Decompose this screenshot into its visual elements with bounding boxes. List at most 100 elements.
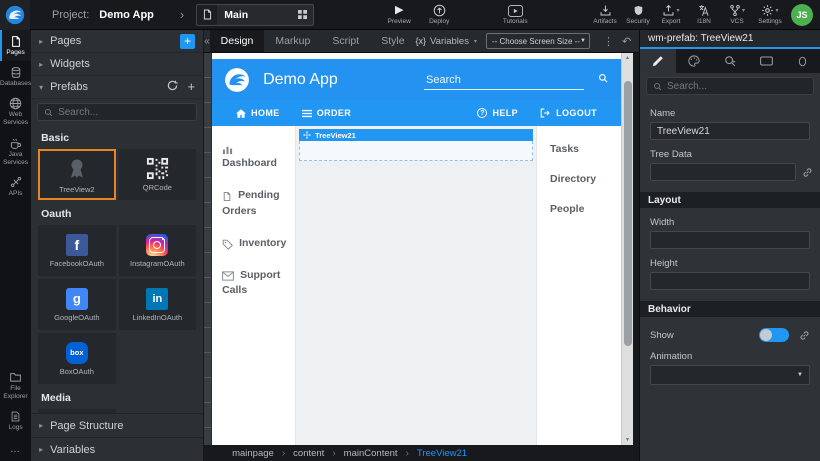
play-icon [395, 4, 403, 17]
preview-search-field[interactable] [424, 70, 584, 90]
tab-style[interactable]: Style [370, 30, 415, 52]
side-nav-inventory[interactable]: Inventory [222, 236, 289, 251]
right-nav-people[interactable]: People [550, 203, 621, 215]
rail-item-apis[interactable]: APIs [0, 171, 31, 202]
height-field[interactable] [650, 272, 810, 290]
rail-item-logs[interactable]: Logs [0, 405, 31, 436]
bind-link-icon[interactable] [799, 330, 810, 341]
preview-app-header[interactable]: Demo App [212, 59, 621, 100]
variables-icon: {x} [416, 36, 427, 46]
prefab-search[interactable] [37, 103, 197, 121]
breadcrumb-content[interactable]: content [293, 448, 324, 459]
preview-search-input[interactable] [424, 72, 584, 89]
rail-spacer [0, 202, 31, 366]
tab-device[interactable] [748, 49, 784, 73]
preview-button[interactable]: Preview [384, 0, 414, 30]
project-label: Project: [52, 9, 89, 21]
nav-order[interactable]: ORDER [302, 108, 352, 118]
pages-section-header[interactable]: Pages [31, 30, 203, 53]
search-icon[interactable] [598, 70, 608, 88]
tab-design[interactable]: Design [210, 30, 265, 52]
rail-item-pages[interactable]: Pages [0, 30, 31, 61]
tab-outline[interactable] [784, 49, 820, 73]
right-nav-tasks[interactable]: Tasks [550, 143, 621, 155]
width-field[interactable] [650, 231, 810, 249]
tab-script[interactable]: Script [321, 30, 370, 52]
prefabs-section-header[interactable]: Prefabs [31, 76, 203, 99]
prefab-tile-qrcode[interactable]: QRCode [119, 149, 197, 200]
widgets-section-header[interactable]: Widgets [31, 53, 203, 76]
rail-item-databases[interactable]: Databases [0, 61, 31, 92]
breadcrumb: mainpage content mainContent TreeView21 [204, 445, 639, 461]
prefab-search-input[interactable] [58, 107, 190, 118]
prefab-tile-instagram-oauth[interactable]: InstagramOAuth [119, 225, 197, 276]
more-tools-icon[interactable] [599, 35, 618, 48]
tree-data-field-label: Tree Data [650, 149, 810, 160]
show-toggle[interactable] [759, 328, 789, 342]
rail-item-web-services[interactable]: Web Services [0, 92, 31, 131]
zoom-cursor-icon [724, 55, 736, 67]
page-selector[interactable]: Main [196, 4, 314, 26]
tab-properties[interactable] [640, 49, 676, 73]
prefab-tile-box-oauth[interactable]: box BoxOAuth [38, 333, 116, 384]
variables-section[interactable]: Variables [31, 437, 203, 461]
prefab-tile-treeview2[interactable]: TreeView2 [38, 149, 116, 200]
breadcrumb-mainpage[interactable]: mainpage [232, 448, 274, 459]
nav-logout[interactable]: LOGOUT [540, 108, 597, 118]
more-options-icon[interactable] [0, 436, 31, 461]
rail-item-file-explorer[interactable]: File Explorer [0, 366, 31, 405]
tab-styles[interactable] [676, 49, 712, 73]
video-icon [508, 4, 523, 17]
breadcrumb-treeview21[interactable]: TreeView21 [417, 448, 467, 459]
tab-events[interactable] [712, 49, 748, 73]
variables-button[interactable]: {x} Variables [416, 36, 477, 47]
properties-search[interactable] [646, 77, 814, 95]
artifacts-button[interactable]: Artifacts [590, 0, 620, 30]
wavemaker-logo[interactable] [0, 0, 30, 30]
bind-link-icon[interactable] [802, 167, 813, 178]
side-nav-pending-orders[interactable]: Pending Orders [222, 188, 289, 218]
right-nav-directory[interactable]: Directory [550, 173, 621, 185]
scrollbar-thumb[interactable] [624, 81, 632, 346]
nav-help[interactable]: HELP [477, 108, 518, 118]
tutorials-button[interactable]: Tutorials [500, 0, 530, 30]
i18n-button[interactable]: I18N [689, 0, 719, 30]
rail-item-java-services[interactable]: Java Services [0, 132, 31, 171]
prefab-tile-google-oauth[interactable]: g GoogleOAuth [38, 279, 116, 330]
page-structure-section[interactable]: Page Structure [31, 413, 203, 437]
preview-main-content: TreeView21 [296, 126, 536, 445]
screen-size-select[interactable]: -- Choose Screen Size -- [486, 33, 590, 49]
animation-select[interactable] [650, 365, 810, 385]
side-nav-support-calls[interactable]: Support Calls [222, 268, 289, 298]
prefab-tile-facebook-oauth[interactable]: f FacebookOAuth [38, 225, 116, 276]
scroll-up-arrow[interactable] [622, 55, 633, 61]
side-nav-dashboard[interactable]: Dashboard [222, 141, 289, 171]
tree-data-field[interactable] [650, 163, 796, 181]
treeview-widget-handle[interactable]: TreeView21 [299, 129, 533, 141]
refresh-icon[interactable] [167, 80, 178, 94]
user-avatar[interactable]: JS [791, 4, 813, 26]
search-icon [653, 82, 662, 91]
tab-markup[interactable]: Markup [264, 30, 321, 52]
properties-search-input[interactable] [667, 81, 807, 92]
scroll-down-arrow[interactable] [622, 437, 633, 443]
export-button[interactable]: Export [656, 0, 686, 30]
breadcrumb-maincontent[interactable]: mainContent [344, 448, 398, 459]
page-structure-label: Page Structure [50, 420, 123, 432]
import-prefab-button[interactable] [187, 81, 195, 93]
settings-button[interactable]: Settings [755, 0, 785, 30]
vcs-button[interactable]: VCS [722, 0, 752, 30]
nav-home[interactable]: HOME [236, 108, 280, 118]
upload-tray-icon [662, 4, 679, 17]
prefab-tile-label: TreeView2 [59, 185, 94, 194]
name-field[interactable] [650, 122, 810, 140]
prefab-tile-linkedin-oauth[interactable]: in LinkedInOAuth [119, 279, 197, 330]
properties-tabs [640, 49, 820, 73]
canvas-scrollbar[interactable] [621, 53, 633, 445]
triangle-right-icon [39, 60, 43, 69]
add-page-button[interactable] [180, 34, 195, 49]
deploy-button[interactable]: Deploy [424, 0, 454, 30]
treeview-widget-body[interactable] [299, 141, 533, 161]
security-button[interactable]: Security [623, 0, 653, 30]
undo-button[interactable] [618, 35, 635, 48]
